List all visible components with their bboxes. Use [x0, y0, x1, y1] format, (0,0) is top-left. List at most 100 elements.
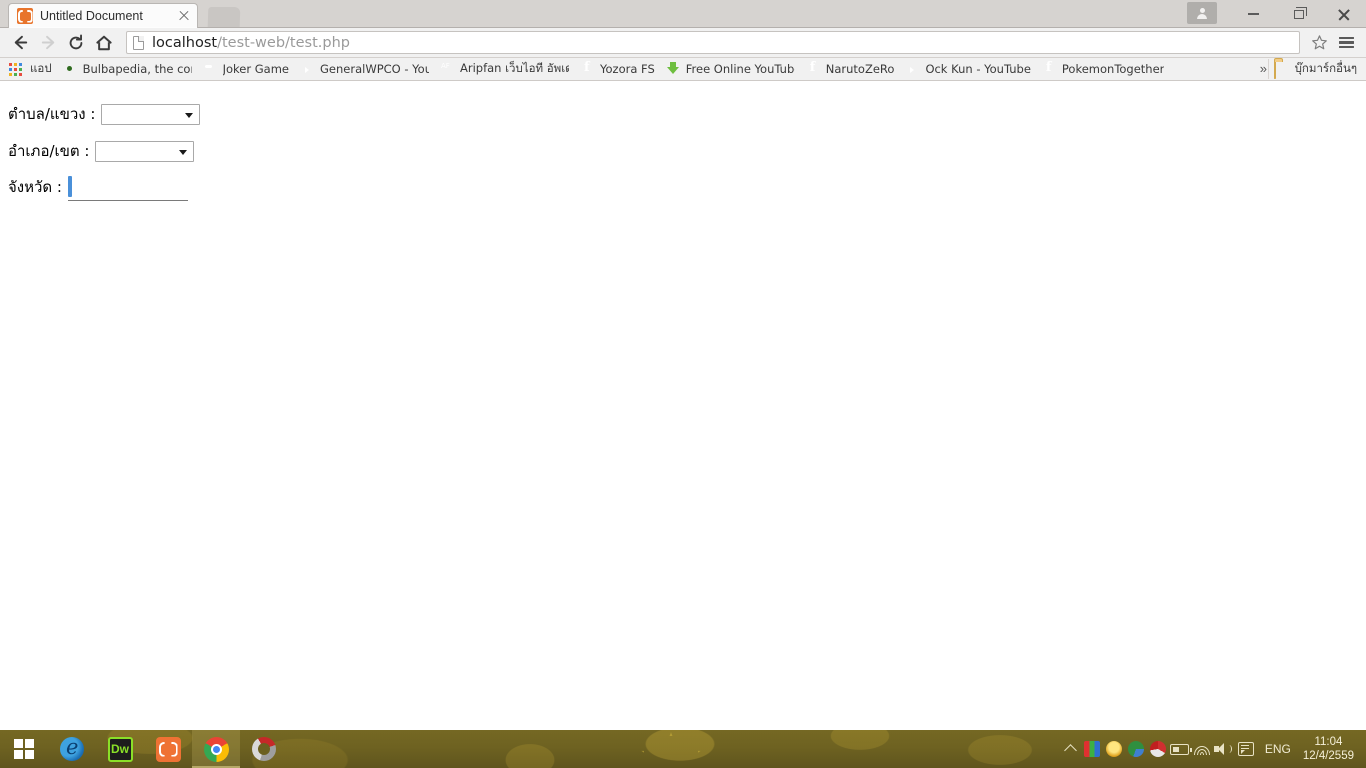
bookmarks-bar: แอป Bulbapedia, the comm Joker Game Gene…	[0, 58, 1366, 81]
province-select[interactable]	[68, 176, 72, 197]
app-icon	[252, 737, 276, 761]
facebook-icon	[805, 61, 821, 77]
bookmark-label: Bulbapedia, the comm	[82, 62, 192, 76]
taskbar-item-xampp[interactable]	[144, 730, 192, 768]
subdistrict-label: ตำบล/แขวง :	[8, 105, 96, 123]
clock-date: 12/4/2559	[1302, 750, 1354, 762]
bookmarks-overflow-icon[interactable]: »	[1260, 61, 1267, 76]
bookmark-label: Joker Game	[222, 62, 289, 76]
clock-time: 11:04	[1314, 736, 1343, 748]
bookmark-label: Aripfan เว็บไอที อัพเดท	[460, 61, 569, 75]
tab-title: Untitled Document	[40, 9, 143, 23]
page-content: ตำบล/แขวง : อำเภอ/เขต : จังหวัด :	[0, 84, 1366, 730]
clock[interactable]: 11:04 12/4/2559	[1299, 735, 1362, 763]
facebook-icon	[579, 61, 595, 77]
subdistrict-select[interactable]	[101, 103, 201, 125]
chevron-down-icon	[179, 149, 188, 155]
youtube-icon	[299, 61, 315, 77]
minimize-icon[interactable]	[1231, 0, 1276, 28]
bookmark-ock-kun[interactable]: Ock Kun - YouTube	[900, 59, 1036, 79]
tray-app-icon-4[interactable]	[1147, 730, 1169, 768]
url-text: localhost/test-web/test.php	[152, 35, 350, 51]
reload-icon[interactable]	[62, 30, 90, 56]
close-icon[interactable]	[1321, 0, 1366, 28]
new-tab-icon[interactable]	[207, 7, 241, 27]
start-button[interactable]	[0, 730, 48, 768]
bookmark-label: แอป	[30, 61, 52, 75]
edge-icon	[60, 735, 84, 761]
bookmark-label: GeneralWPCO - YouT	[320, 62, 429, 76]
close-icon[interactable]	[177, 9, 191, 23]
wifi-icon[interactable]	[1191, 730, 1213, 768]
bookmark-label: Ock Kun - YouTube	[925, 62, 1031, 76]
chrome-icon	[203, 736, 229, 762]
province-label: จังหวัด :	[8, 178, 62, 196]
tray-app-icon-3[interactable]	[1125, 730, 1147, 768]
bookmark-joker-game[interactable]: Joker Game	[198, 59, 295, 79]
other-bookmarks-label: บุ๊กมาร์กอื่นๆ	[1294, 61, 1357, 75]
xampp-icon	[155, 736, 181, 762]
star-icon[interactable]	[1306, 30, 1333, 56]
taskbar-item-edge[interactable]	[48, 730, 96, 768]
folder-icon	[1274, 60, 1290, 79]
bookmark-free-online-youtube[interactable]: Free Online YouTube	[661, 59, 801, 79]
forward-arrow-icon	[34, 30, 62, 56]
url-host: localhost	[152, 34, 218, 51]
bookmark-narutozero[interactable]: NarutoZeRo	[801, 59, 901, 79]
taskbar-item-dreamweaver[interactable]: Dw	[96, 730, 144, 768]
apps-grid-icon	[9, 61, 25, 77]
window-controls	[1187, 0, 1366, 28]
dreamweaver-icon: Dw	[107, 736, 133, 762]
bookmark-yozora-fs[interactable]: Yozora FS	[575, 59, 661, 79]
address-bar[interactable]: localhost/test-web/test.php	[126, 31, 1300, 54]
browser-tab[interactable]: Untitled Document	[8, 3, 198, 28]
download-icon	[665, 61, 681, 77]
volume-icon[interactable]	[1213, 730, 1235, 768]
taskbar-item-app[interactable]	[240, 730, 288, 768]
system-tray: ENG 11:04 12/4/2559	[1061, 730, 1366, 768]
province-select-wrapper	[68, 176, 188, 201]
province-dropdown-list[interactable]	[68, 200, 188, 201]
chevron-down-icon	[185, 112, 194, 118]
hamburger-menu-icon[interactable]	[1333, 30, 1360, 56]
bookmark-label: PokemonTogether	[1061, 62, 1165, 76]
avatar-icon[interactable]	[1187, 2, 1217, 24]
other-bookmarks-folder[interactable]: บุ๊กมาร์กอื่นๆ	[1267, 59, 1362, 79]
taskbar-items: Dw	[0, 730, 288, 768]
bookmark-generalwpco[interactable]: GeneralWPCO - YouT	[295, 59, 435, 79]
home-icon[interactable]	[90, 30, 118, 56]
windows-logo-icon	[14, 739, 34, 759]
form-row-province: จังหวัด :	[8, 175, 188, 201]
back-arrow-icon[interactable]	[6, 30, 34, 56]
aripfan-icon	[439, 61, 455, 77]
district-label: อำเภอ/เขต :	[8, 142, 90, 160]
notifications-icon[interactable]	[1235, 730, 1257, 768]
taskbar: Dw ENG 11:04 12/4/2559	[0, 730, 1366, 768]
url-path: /test-web/test.php	[217, 34, 350, 51]
browser-window: Untitled Document localhost/test-web/tes…	[0, 0, 1366, 730]
tray-app-icon-1[interactable]	[1081, 730, 1103, 768]
chevron-up-icon[interactable]	[1061, 730, 1081, 768]
language-indicator[interactable]: ENG	[1257, 742, 1299, 756]
bookmark-bulbapedia[interactable]: Bulbapedia, the comm	[58, 59, 198, 79]
page-document-icon	[133, 35, 144, 50]
bookmark-pokemontogether[interactable]: PokemonTogether	[1037, 59, 1171, 79]
browser-toolbar: localhost/test-web/test.php	[0, 28, 1366, 58]
district-select[interactable]	[95, 140, 195, 162]
tab-strip: Untitled Document	[0, 0, 1366, 28]
bookmark-label: Free Online YouTube	[685, 62, 795, 76]
bookmark-apps[interactable]: แอป	[5, 59, 58, 79]
form-row-district: อำเภอ/เขต :	[8, 139, 195, 163]
youtube-icon	[904, 61, 920, 77]
joker-game-icon	[202, 61, 218, 77]
facebook-icon	[1041, 61, 1057, 77]
bookmark-label: Yozora FS	[600, 62, 655, 76]
battery-icon[interactable]	[1169, 730, 1193, 768]
bookmark-aripfan[interactable]: Aripfan เว็บไอที อัพเดท	[435, 59, 575, 79]
maximize-icon[interactable]	[1276, 0, 1321, 28]
taskbar-item-chrome[interactable]	[192, 730, 240, 768]
bookmark-label: NarutoZeRo	[825, 62, 895, 76]
tray-app-icon-2[interactable]	[1103, 730, 1125, 768]
xampp-icon	[17, 8, 33, 24]
form-row-subdistrict: ตำบล/แขวง :	[8, 102, 201, 126]
